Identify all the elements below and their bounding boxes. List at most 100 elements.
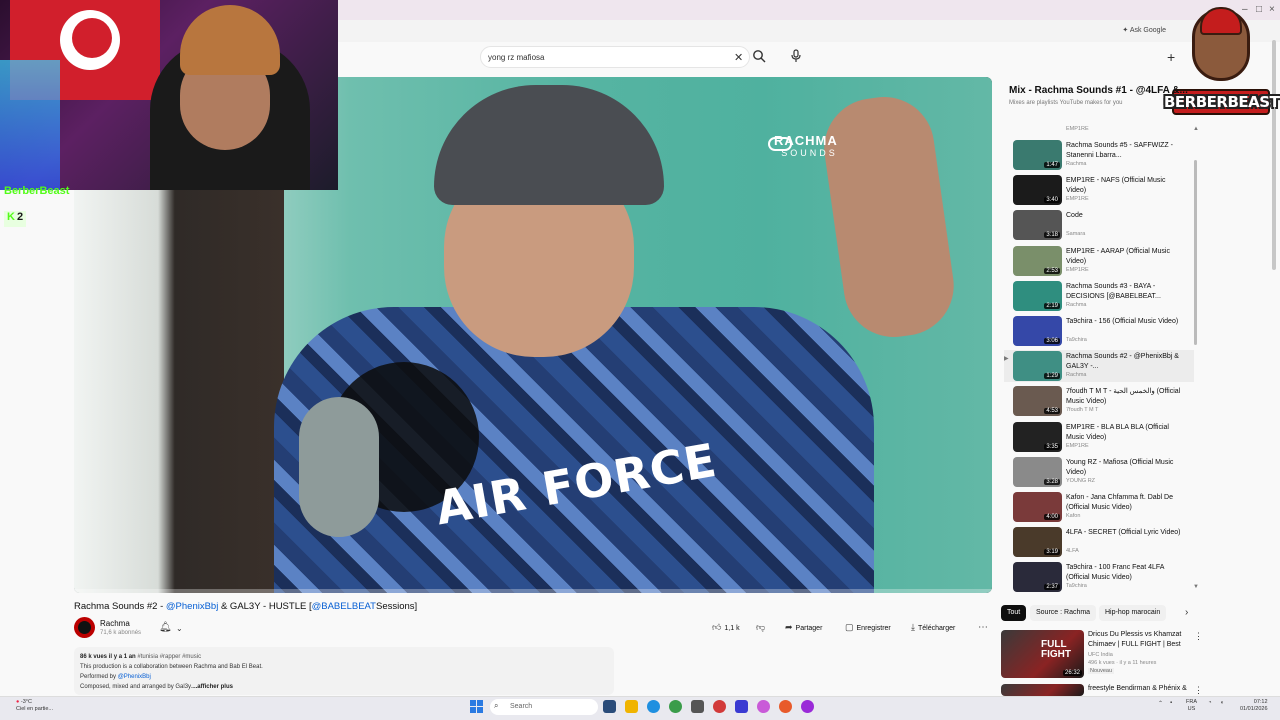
- playlist-thumbnail[interactable]: 1:29: [1013, 351, 1062, 382]
- playlist-thumbnail[interactable]: 3:19: [1013, 527, 1062, 558]
- mail-icon[interactable]: [735, 700, 748, 713]
- save-button[interactable]: ▢ Enregistrer: [845, 622, 891, 633]
- playlist-title[interactable]: Mix - Rachma Sounds #1 - @4LFA &...: [1009, 85, 1188, 96]
- chevron-down-icon[interactable]: ⌄: [176, 624, 183, 633]
- more-actions-icon[interactable]: ⋯: [978, 622, 988, 633]
- taskview-icon[interactable]: [603, 700, 616, 713]
- video-description[interactable]: 86 k vues il y a 1 an #tunisia #rapper #…: [74, 647, 614, 695]
- playlist-thumbnail[interactable]: 3:40: [1013, 175, 1062, 206]
- playlist-thumbnail[interactable]: 4:00: [1013, 492, 1062, 522]
- volume-icon[interactable]: ◖: [1220, 700, 1224, 706]
- like-button[interactable]: 👍︎ 1,1 k: [712, 622, 740, 633]
- dislike-button[interactable]: 👎︎: [756, 622, 768, 633]
- playlist-thumbnail[interactable]: 2:37: [1013, 562, 1062, 593]
- playlist-item-title[interactable]: Rachma Sounds #3 - BAYA - DECISIONS [@BA…: [1066, 282, 1184, 302]
- playlist-item-title[interactable]: EMP1RE - NAFS (Official Music Video): [1066, 176, 1184, 196]
- search-input[interactable]: yong rz mafiosa: [488, 53, 544, 62]
- recommended-thumbnail[interactable]: FULL FIGHT 26:32: [1001, 630, 1084, 678]
- recommended-video[interactable]: FULL FIGHT 26:32 Dricus Du Plessis vs Kh…: [1001, 630, 1201, 680]
- recommended-title[interactable]: freestyle Bendirman & Phénix &: [1088, 684, 1188, 694]
- playlist-item[interactable]: 3:28 Young RZ - Mafiosa (Official Music V…: [1004, 456, 1194, 488]
- file-explorer-icon[interactable]: [625, 700, 638, 713]
- app-icon[interactable]: [713, 700, 726, 713]
- tray-chevron-icon[interactable]: ⌃: [1158, 700, 1163, 707]
- playlist-item[interactable]: 4:00 Kafon - Jana Chfamma ft. Dabl De (Of…: [1004, 491, 1194, 523]
- playlist-item-title[interactable]: Rachma Sounds #2 - @PhenixBbj & GAL3Y -.…: [1066, 352, 1184, 372]
- chevron-right-icon[interactable]: ›: [1185, 607, 1188, 618]
- edge-icon[interactable]: [647, 700, 660, 713]
- playlist-item-title[interactable]: Young RZ - Mafiosa (Official Music Video…: [1066, 458, 1184, 478]
- playlist-item-title[interactable]: 7foudh T M T - والخمس الحية (Official Mu…: [1066, 387, 1184, 407]
- more-options-icon[interactable]: ⋮: [1194, 631, 1203, 642]
- bell-icon[interactable]: 🔔︎: [159, 622, 172, 633]
- playlist-item-title[interactable]: Code: [1066, 211, 1184, 221]
- playlist-scrollbar[interactable]: [1194, 160, 1197, 345]
- playlist-item-title[interactable]: Ta9chira - 156 (Official Music Video): [1066, 317, 1184, 327]
- recommended-video[interactable]: freestyle Bendirman & Phénix &: [1001, 684, 1201, 696]
- channel-name[interactable]: Rachma: [100, 619, 130, 628]
- system-clock[interactable]: 07:12 01/01/2026: [1240, 699, 1268, 713]
- video-duration: 3:35: [1044, 443, 1060, 450]
- playlist-item-title[interactable]: Rachma Sounds #5 - SAFFWIZZ - Stanenni L…: [1066, 141, 1184, 161]
- search-box[interactable]: yong rz mafiosa ✕: [480, 46, 750, 68]
- playlist-item[interactable]: 1:29 Rachma Sounds #2 - @PhenixBbj & GAL3…: [1004, 350, 1194, 383]
- chip-source[interactable]: Source : Rachma: [1030, 605, 1097, 621]
- app-icon[interactable]: [757, 700, 770, 713]
- avatar[interactable]: [74, 617, 95, 638]
- search-button[interactable]: [752, 49, 772, 65]
- playlist-item-title[interactable]: EMP1RE - AARAP (Official Music Video): [1066, 247, 1184, 267]
- download-button[interactable]: ⤓ Télécharger: [911, 622, 955, 633]
- title-mention-link[interactable]: @BABELBEAT: [312, 601, 376, 612]
- chip-hiphop[interactable]: Hip-hop marocain: [1099, 605, 1167, 621]
- language-indicator[interactable]: FRA US: [1186, 699, 1197, 713]
- playlist-thumbnail[interactable]: 3:28: [1013, 456, 1062, 487]
- playlist-thumbnail[interactable]: 2:19: [1013, 280, 1062, 311]
- playlist-item-channel: EMP1RE: [1066, 196, 1089, 203]
- recommended-thumbnail[interactable]: [1001, 684, 1084, 696]
- chrome-icon[interactable]: [669, 700, 682, 713]
- performer-link[interactable]: @PhenixBbj: [118, 674, 151, 680]
- scroll-up-icon[interactable]: ▲: [1193, 126, 1199, 132]
- playlist-item-title[interactable]: 4LFA - SECRET (Official Lyric Video): [1066, 528, 1184, 538]
- close-icon[interactable]: ✕: [734, 51, 743, 64]
- playlist-thumbnail[interactable]: 4:53: [1013, 386, 1062, 417]
- windows-start-icon[interactable]: [470, 700, 484, 714]
- share-button[interactable]: ➦ Partager: [785, 622, 822, 633]
- playlist-item[interactable]: 3:18 Code Samara: [1004, 209, 1194, 241]
- playlist-thumbnail[interactable]: 3:18: [1013, 210, 1062, 241]
- playlist-item-title[interactable]: EMP1RE - BLA BLA BLA (Official Music Vid…: [1066, 423, 1184, 443]
- playlist-item[interactable]: 1:47 Rachma Sounds #5 - SAFFWIZZ - Stanen…: [1004, 139, 1194, 171]
- ask-google-button[interactable]: ✦ Ask Google: [1122, 26, 1166, 34]
- playlist-item[interactable]: 2:19 Rachma Sounds #3 - BAYA - DECISIONS …: [1004, 280, 1194, 312]
- voice-search-button[interactable]: [790, 49, 804, 65]
- recommended-title[interactable]: Dricus Du Plessis vs Khamzat Chimaev | F…: [1088, 630, 1188, 650]
- playlist-thumbnail[interactable]: 3:35: [1013, 421, 1062, 452]
- steam-icon[interactable]: [691, 700, 704, 713]
- recommended-channel[interactable]: UFC India: [1088, 652, 1113, 658]
- tray-app-icon[interactable]: ▪: [1170, 700, 1172, 706]
- app-icon[interactable]: [801, 700, 814, 713]
- playlist-item[interactable]: 3:40 EMP1RE - NAFS (Official Music Video)…: [1004, 174, 1194, 206]
- video-progress-bar[interactable]: [74, 589, 992, 593]
- playlist-item[interactable]: 3:06 Ta9chira - 156 (Official Music Video…: [1004, 315, 1194, 347]
- playlist-item[interactable]: 3:19 4LFA - SECRET (Official Lyric Video)…: [1004, 526, 1194, 558]
- playlist-thumbnail[interactable]: 3:06: [1013, 316, 1062, 346]
- wifi-icon[interactable]: ◔: [1208, 700, 1212, 706]
- weather-widget[interactable]: ● -3°C Ciel en partie...: [16, 699, 53, 713]
- hashtags[interactable]: #tunisia #rapper #music: [137, 654, 201, 660]
- playlist-thumbnail[interactable]: 2:53: [1013, 245, 1062, 276]
- scroll-down-icon[interactable]: ▼: [1193, 584, 1199, 590]
- chrome-profile-icon[interactable]: [779, 700, 792, 713]
- playlist-item[interactable]: 3:35 EMP1RE - BLA BLA BLA (Official Music…: [1004, 421, 1194, 453]
- title-mention-link[interactable]: @PhenixBbj: [166, 601, 218, 612]
- taskbar-search-input[interactable]: Search: [490, 699, 598, 715]
- playlist-item-title[interactable]: Ta9chira - 100 Franc Feat 4LFA (Official…: [1066, 563, 1184, 583]
- more-options-icon[interactable]: ⋮: [1194, 685, 1203, 696]
- playlist-item-title[interactable]: Kafon - Jana Chfamma ft. Dabl De (Offici…: [1066, 493, 1184, 513]
- playlist-item[interactable]: 2:53 EMP1RE - AARAP (Official Music Video…: [1004, 245, 1194, 277]
- show-more-button[interactable]: ...afficher plus: [192, 684, 233, 690]
- playlist-item[interactable]: 4:53 7foudh T M T - والخمس الحية (Officia…: [1004, 385, 1194, 417]
- chip-all[interactable]: Tout: [1001, 605, 1027, 621]
- playlist-item[interactable]: 2:37 Ta9chira - 100 Franc Feat 4LFA (Offi…: [1004, 561, 1194, 593]
- playlist-thumbnail[interactable]: 1:47: [1013, 140, 1062, 170]
